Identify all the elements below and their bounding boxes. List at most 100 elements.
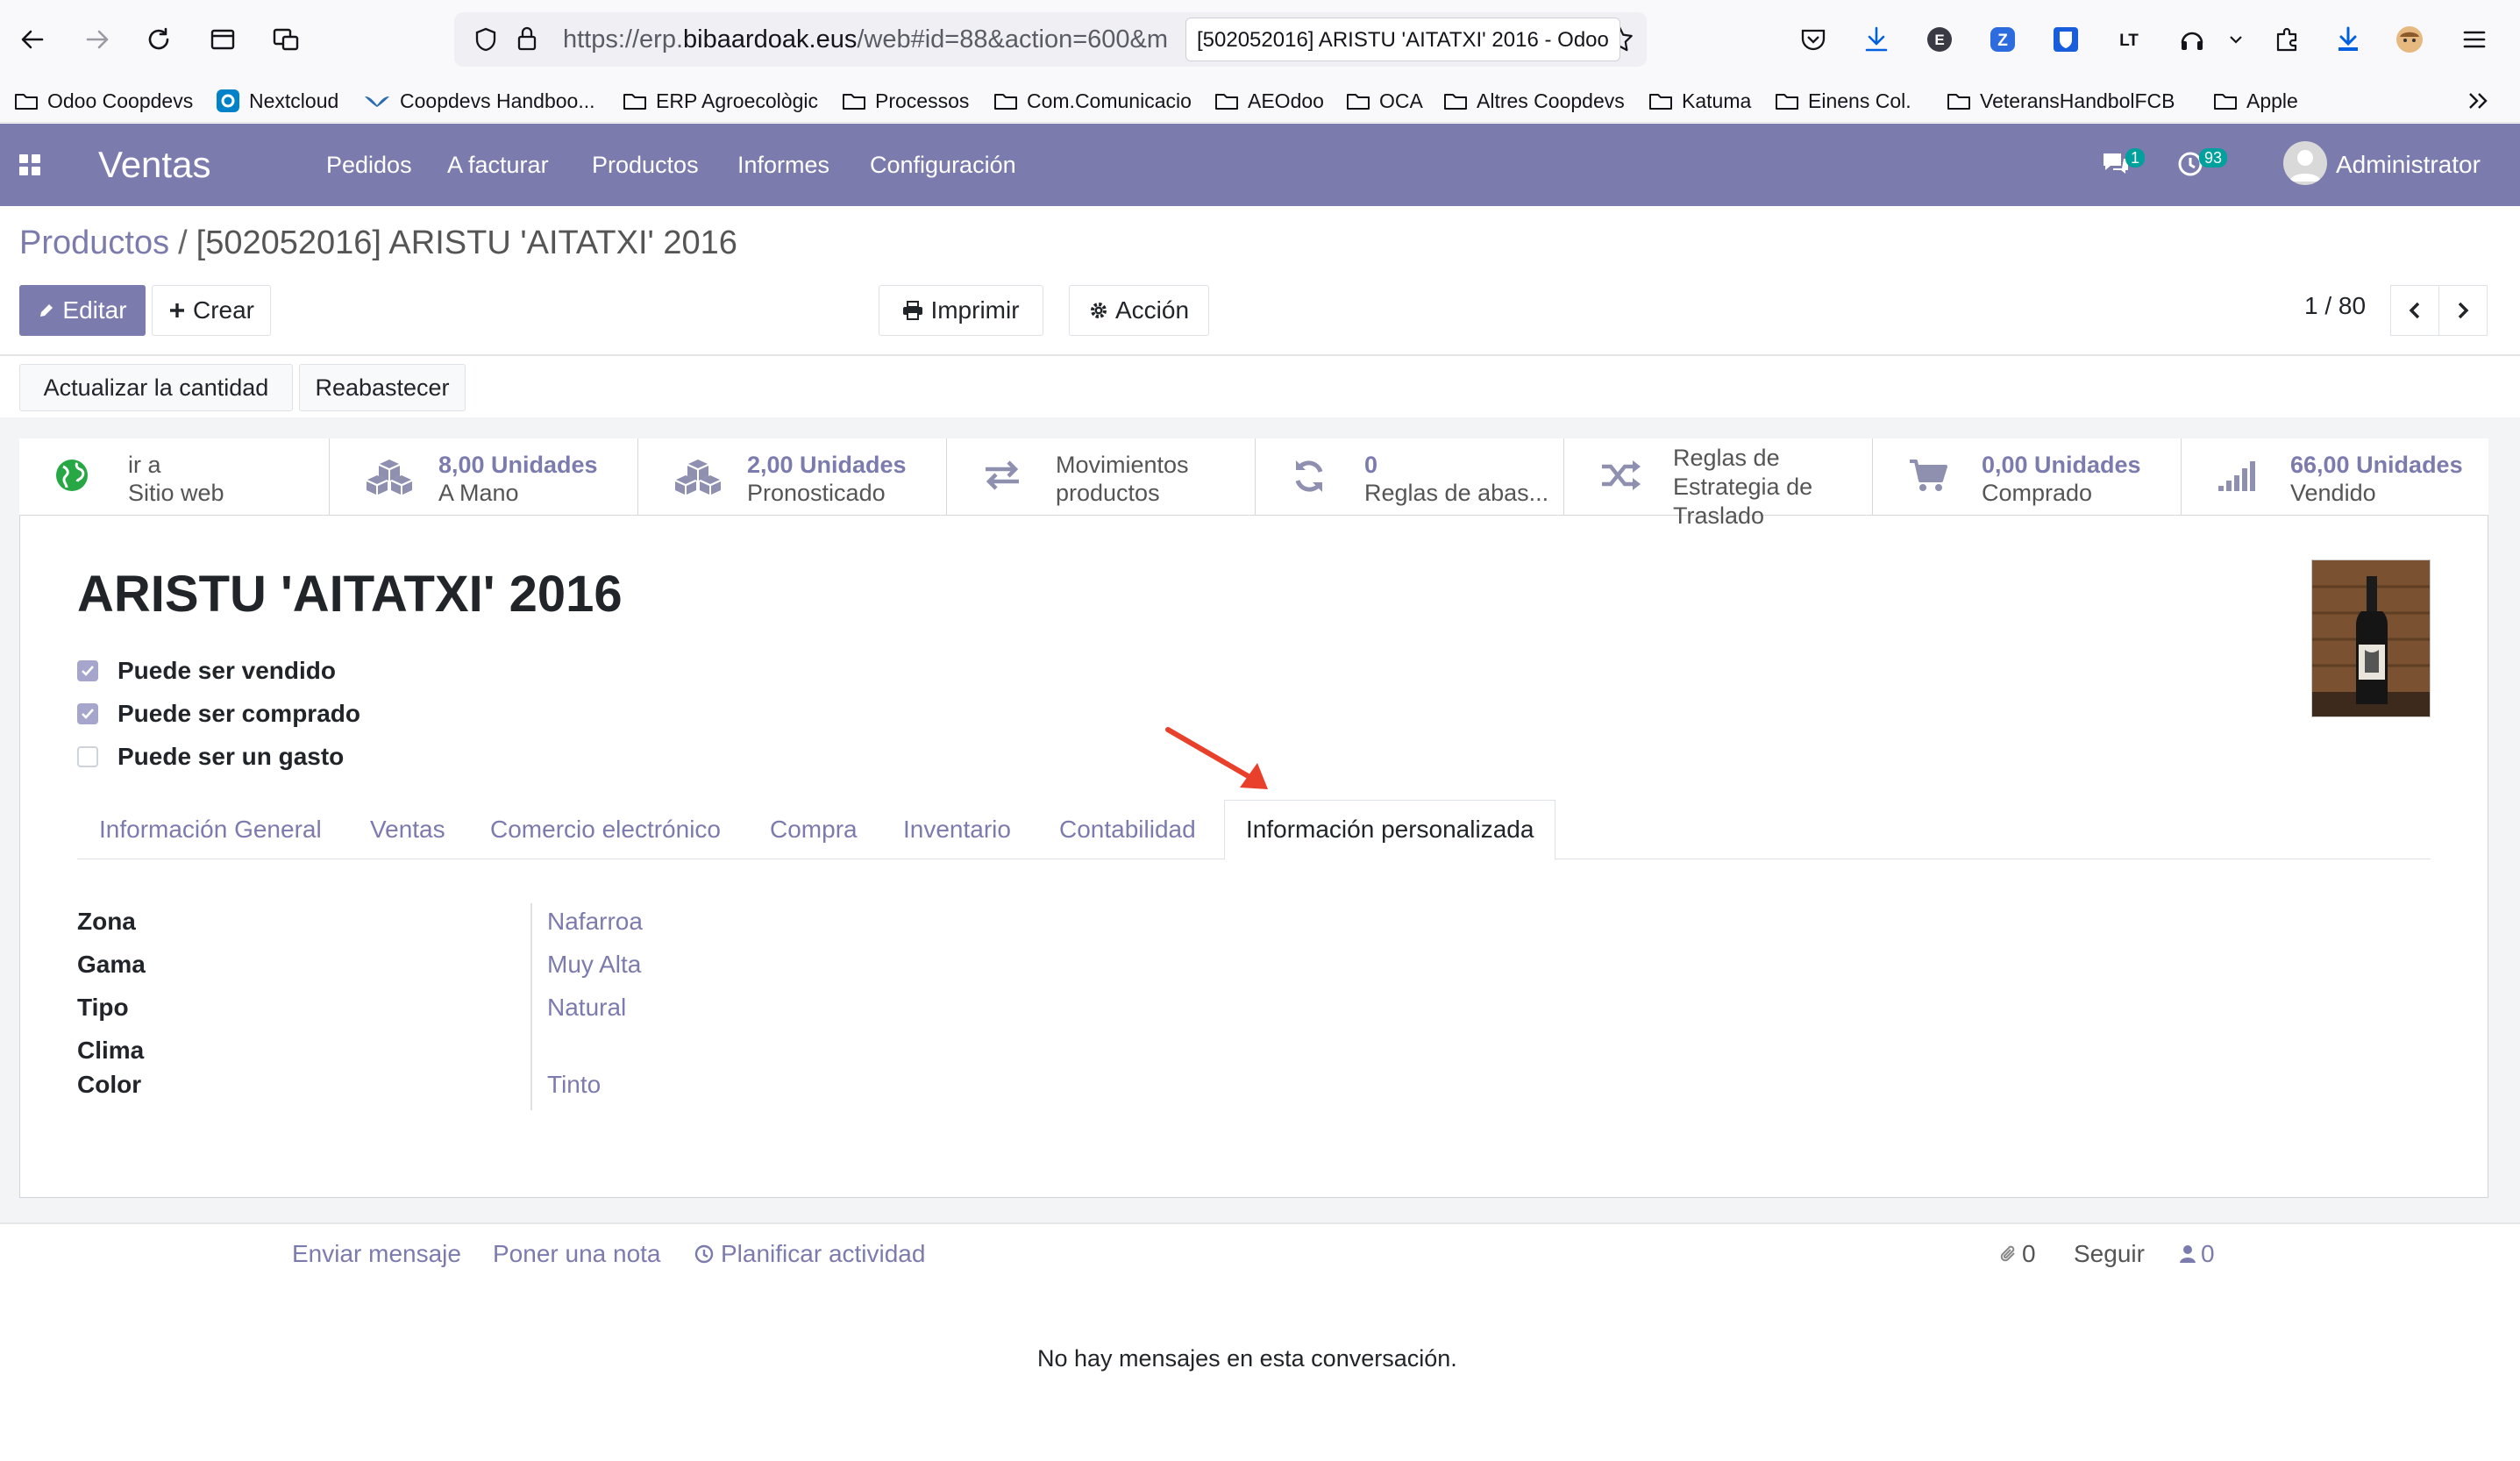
app-menu-button[interactable]: [2455, 20, 2494, 59]
paperclip-icon: [2000, 1245, 2015, 1262]
field-value-gama[interactable]: Muy Alta: [547, 951, 641, 979]
menu-pedidos[interactable]: Pedidos: [326, 124, 412, 206]
globe-icon: [56, 460, 88, 491]
bookmarks-overflow-button[interactable]: [2466, 79, 2492, 123]
attachments-button[interactable]: 0: [1999, 1237, 2036, 1272]
bookmark-item[interactable]: Coopdevs Handboo...: [363, 79, 595, 123]
extensions-button[interactable]: [2267, 20, 2306, 59]
check-icon: [82, 709, 94, 719]
bookmark-item[interactable]: Odoo Coopdevs: [14, 79, 193, 123]
reload-icon: [148, 27, 169, 50]
smart-button-moves[interactable]: Movimientos productos: [947, 438, 1256, 516]
sidebar-button[interactable]: [203, 19, 243, 60]
bookmark-item[interactable]: AEOdoo: [1214, 79, 1324, 123]
checkbox-box[interactable]: [77, 746, 98, 767]
schedule-activity-button[interactable]: Planificar actividad: [694, 1237, 925, 1272]
bookmark-item[interactable]: OCA: [1346, 79, 1423, 123]
smart-button-website[interactable]: ir a Sitio web: [19, 438, 330, 516]
menu-informes[interactable]: Informes: [737, 124, 829, 206]
follow-button[interactable]: Seguir: [2074, 1237, 2145, 1272]
smart-button-line2: Sitio web: [128, 480, 224, 506]
attachments-count: 0: [2022, 1240, 2036, 1267]
headphones-button[interactable]: [2173, 20, 2211, 59]
replenish-button[interactable]: Reabastecer: [299, 364, 466, 411]
print-button[interactable]: Imprimir: [879, 285, 1043, 336]
forward-button[interactable]: [77, 19, 117, 60]
tab-contabilidad[interactable]: Contabilidad: [1059, 800, 1196, 859]
profile-button[interactable]: [2390, 20, 2429, 59]
bookmark-item[interactable]: Altres Coopdevs: [1443, 79, 1625, 123]
svg-text:LT: LT: [2119, 32, 2139, 50]
field-label-color: Color: [77, 1071, 142, 1098]
url-text[interactable]: https://erp.bibaardoak.eus/web#id=88&act…: [563, 12, 1168, 67]
menu-configuracion[interactable]: Configuración: [870, 124, 1016, 206]
smart-button-forecasted[interactable]: 2,00 Unidades Pronosticado: [638, 438, 947, 516]
menu-a-facturar[interactable]: A facturar: [447, 124, 549, 206]
checkbox-box[interactable]: [77, 660, 98, 681]
notebook-tabs: Información General Ventas Comercio elec…: [77, 800, 2431, 860]
edit-button[interactable]: Editar: [19, 285, 146, 336]
bookmark-item[interactable]: Katuma: [1648, 79, 1751, 123]
smart-button-reorder-rules[interactable]: 0 Reglas de abas...: [1256, 438, 1564, 516]
field-value-color[interactable]: Tinto: [547, 1071, 601, 1099]
bookmark-item[interactable]: Einens Col.: [1775, 79, 1911, 123]
action-button[interactable]: Acción: [1069, 285, 1209, 336]
smart-button-line2: Pronosticado: [747, 480, 886, 506]
dropdown-button[interactable]: [2217, 20, 2255, 59]
e-badge-icon: E: [1927, 27, 1952, 52]
tab-informacion-personalizada[interactable]: Información personalizada: [1224, 800, 1556, 860]
bookmark-item[interactable]: Apple: [2213, 79, 2298, 123]
extension-e-button[interactable]: E: [1920, 20, 1959, 59]
reload-button[interactable]: [139, 19, 179, 60]
tab-ventas[interactable]: Ventas: [370, 800, 445, 859]
followers-button[interactable]: 0: [2178, 1237, 2215, 1272]
field-value-zona[interactable]: Nafarroa: [547, 908, 643, 936]
product-name-title: ARISTU 'AITATXI' 2016: [77, 566, 623, 623]
smart-button-purchased[interactable]: 0,00 Unidades Comprado: [1873, 438, 2182, 516]
checkbox-can-be-sold[interactable]: Puede ser vendido: [77, 656, 336, 686]
breadcrumb-parent-link[interactable]: Productos: [19, 224, 169, 261]
smart-button-putaway-rules[interactable]: Reglas de Estrategia de Traslado: [1564, 438, 1873, 529]
update-quantity-button[interactable]: Actualizar la cantidad: [19, 364, 293, 411]
bitwarden-button[interactable]: [2047, 20, 2085, 59]
send-message-button[interactable]: Enviar mensaje: [292, 1237, 461, 1272]
languagetool-button[interactable]: LT: [2110, 20, 2148, 59]
product-image[interactable]: [2311, 559, 2431, 717]
create-button[interactable]: Crear: [152, 285, 271, 336]
activities-badge: 93: [2199, 148, 2228, 167]
downloads-button[interactable]: [1857, 20, 1896, 59]
checkbox-can-be-expensed[interactable]: Puede ser un gasto: [77, 742, 344, 772]
apps-grid-icon[interactable]: [19, 154, 40, 175]
bookmark-item[interactable]: Com.Comunicacio: [993, 79, 1192, 123]
checkbox-label: Puede ser un gasto: [117, 743, 345, 770]
smart-button-on-hand[interactable]: 8,00 Unidades A Mano: [330, 438, 638, 516]
pager-previous-button[interactable]: [2390, 285, 2439, 336]
bookmark-item[interactable]: Nextcloud: [216, 79, 338, 123]
bookmark-item[interactable]: Processos: [842, 79, 969, 123]
back-button[interactable]: [12, 19, 53, 60]
pager-value[interactable]: 1 / 80: [2304, 292, 2366, 320]
user-menu[interactable]: Administrator: [2336, 124, 2481, 206]
pocket-button[interactable]: [1794, 20, 1833, 59]
bookmark-item[interactable]: VeteransHandbolFCB: [1947, 79, 2175, 123]
field-value-tipo[interactable]: Natural: [547, 994, 626, 1022]
extension-z-button[interactable]: Z: [1983, 20, 2022, 59]
tab-compra[interactable]: Compra: [770, 800, 858, 859]
pager-next-button[interactable]: [2438, 285, 2488, 336]
bookmark-item[interactable]: ERP Agroecològic: [623, 79, 818, 123]
tab-inventario[interactable]: Inventario: [903, 800, 1011, 859]
tab-informacion-general[interactable]: Información General: [99, 800, 322, 859]
smart-button-sold[interactable]: 66,00 Unidades Vendido: [2182, 438, 2488, 516]
downloads-extension-button[interactable]: [2329, 20, 2367, 59]
app-name[interactable]: Ventas: [98, 124, 210, 206]
screenshot-button[interactable]: [266, 19, 306, 60]
smart-button-line2: Reglas de abas...: [1364, 480, 1549, 506]
menu-productos[interactable]: Productos: [592, 124, 699, 206]
checkbox-can-be-purchased[interactable]: Puede ser comprado: [77, 699, 360, 729]
tab-comercio-electronico[interactable]: Comercio electrónico: [490, 800, 721, 859]
smart-button-line3: Traslado: [1673, 502, 1765, 529]
log-note-button[interactable]: Poner una nota: [493, 1237, 661, 1272]
checkbox-box[interactable]: [77, 703, 98, 724]
breadcrumb-separator: /: [178, 224, 188, 261]
avatar[interactable]: [2283, 141, 2327, 185]
